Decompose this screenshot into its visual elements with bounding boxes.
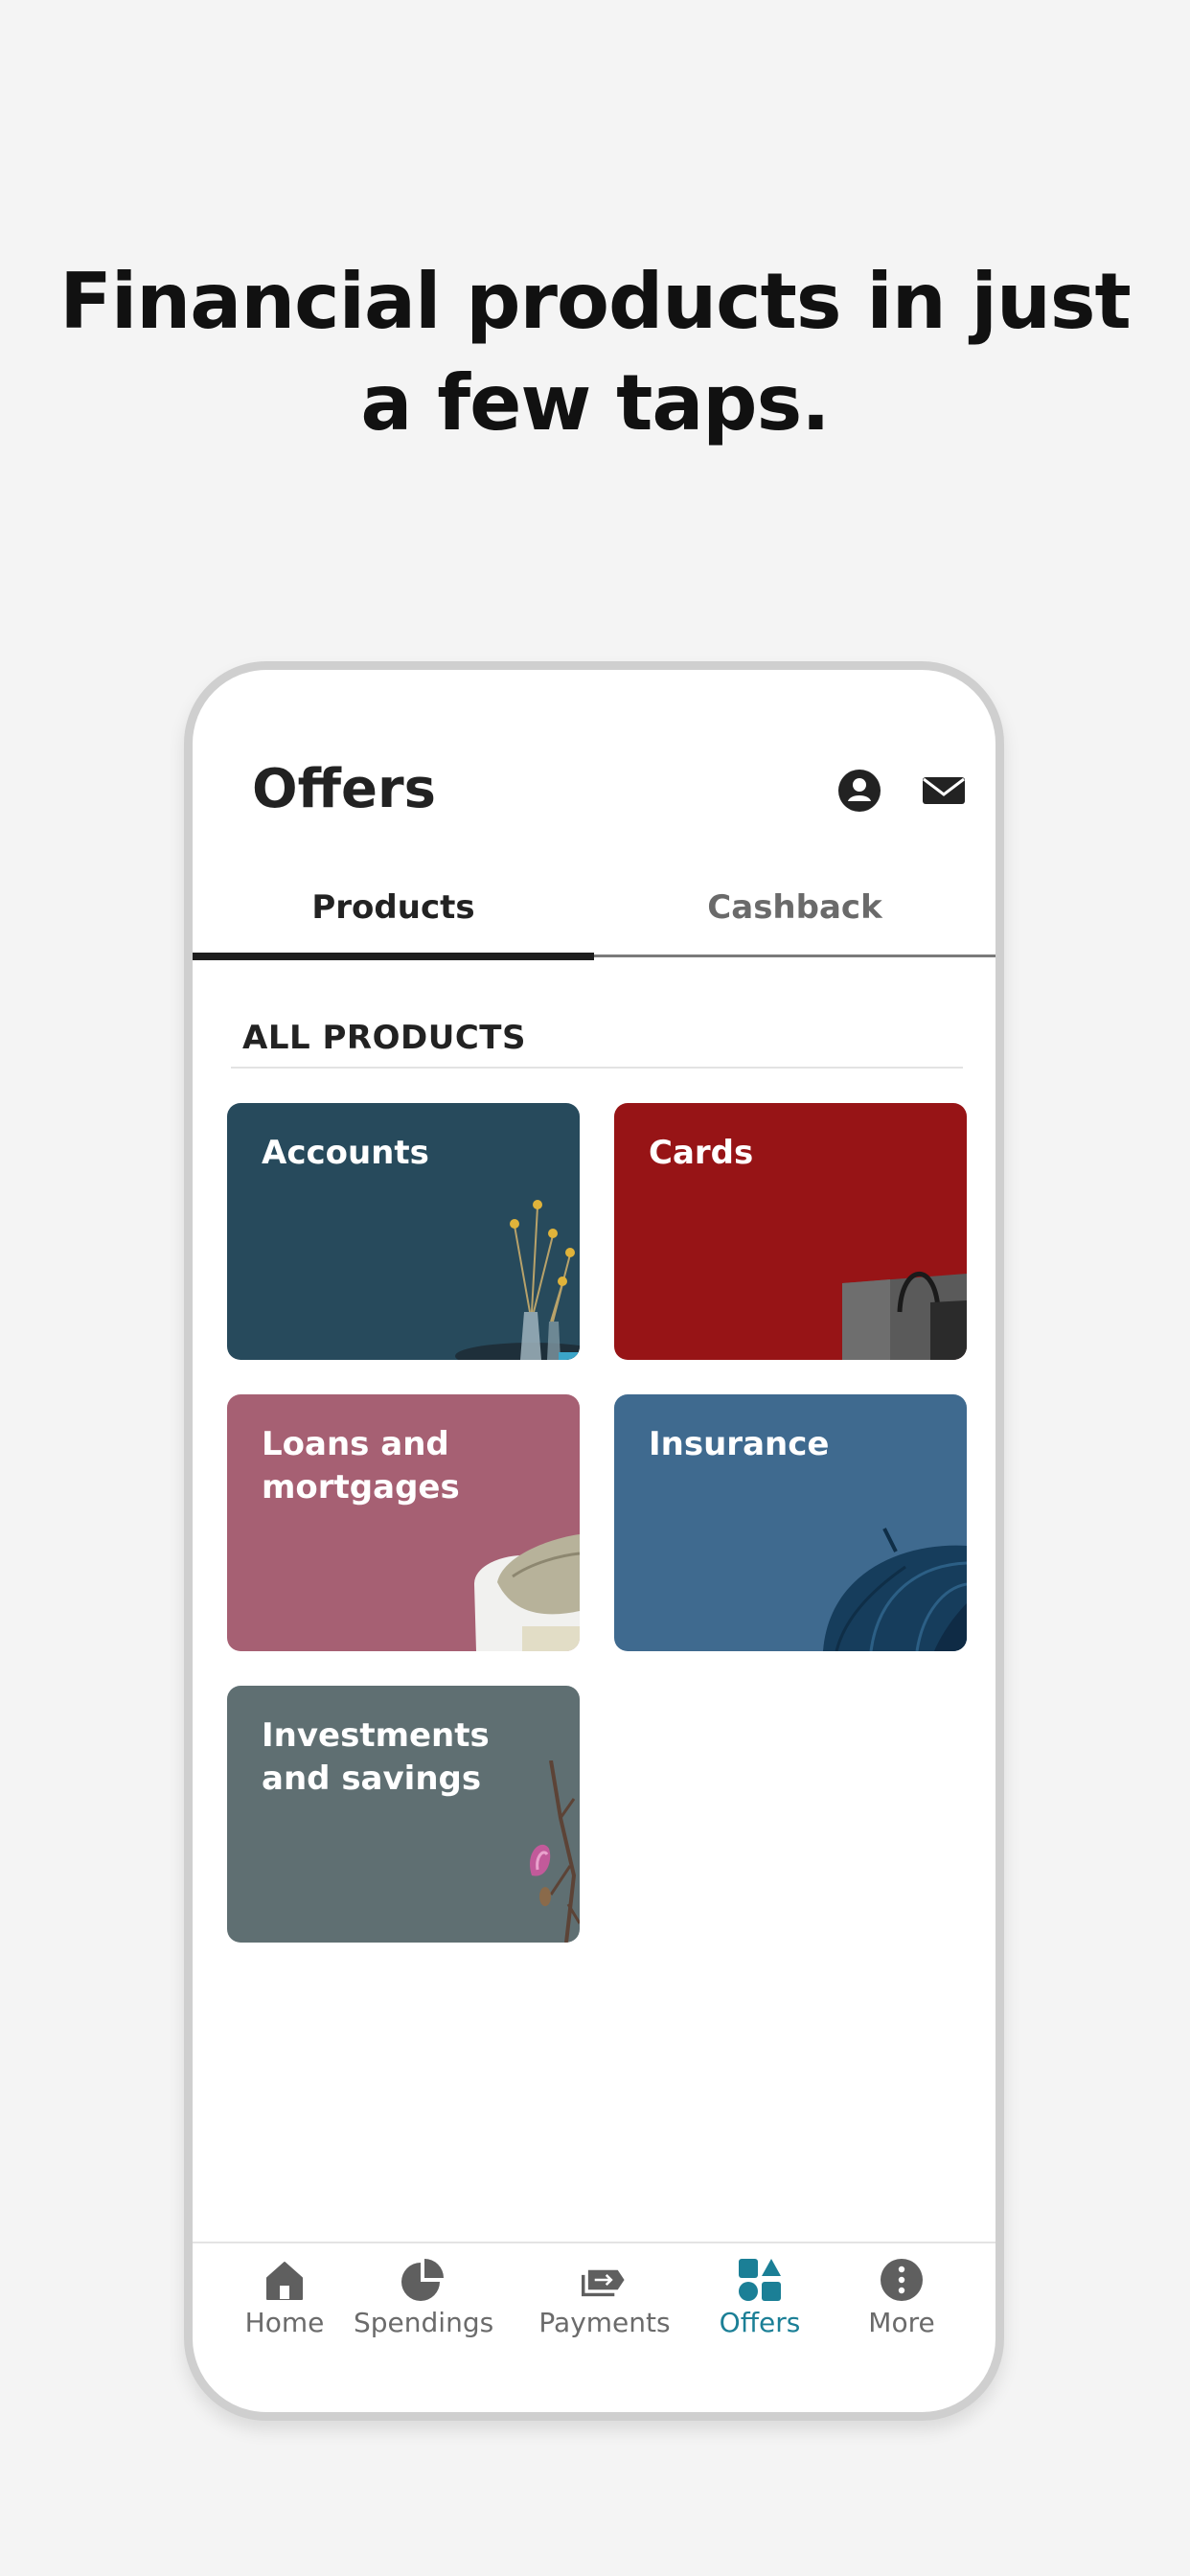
tab-products[interactable]: Products	[193, 869, 594, 960]
nav-item-offers[interactable]: Offers	[710, 2257, 810, 2338]
product-tile-loans-mortgages[interactable]: Loans and mortgages	[227, 1394, 580, 1651]
section-title: ALL PRODUCTS	[242, 1019, 526, 1057]
product-tile-accounts[interactable]: Accounts	[227, 1103, 580, 1360]
nav-item-home[interactable]: Home	[235, 2257, 334, 2338]
nav-label: Payments	[538, 2307, 671, 2338]
more-icon	[881, 2259, 923, 2301]
product-tile-label: Cards	[649, 1134, 754, 1172]
tab-cashback[interactable]: Cashback	[594, 869, 995, 957]
armchair-cushion-image	[474, 1534, 580, 1651]
magnolia-branch-image	[529, 1760, 580, 1943]
nav-item-spendings[interactable]: Spendings	[354, 2257, 494, 2338]
product-tile-cards[interactable]: Cards	[614, 1103, 967, 1360]
product-tile-insurance[interactable]: Insurance	[614, 1394, 967, 1651]
phone-frame: Offers Products Cashback ALL PRODUCTS Ac…	[184, 661, 1004, 2421]
umbrella-image	[823, 1528, 967, 1651]
nav-label: Offers	[719, 2307, 801, 2338]
nav-label: More	[868, 2307, 935, 2338]
shopping-bag-image	[842, 1272, 967, 1360]
mail-icon[interactable]	[921, 768, 967, 814]
promo-headline: Financial products in just a few taps.	[0, 251, 1190, 454]
transfer-icon	[582, 2269, 625, 2297]
promo-headline-line-2: a few taps.	[360, 358, 830, 448]
tab-bar: Products Cashback	[193, 869, 995, 960]
vase-flowers-image	[455, 1200, 580, 1360]
pie-chart-icon	[401, 2259, 444, 2301]
nav-label: Home	[244, 2307, 325, 2338]
section-divider	[231, 1067, 963, 1069]
page-title: Offers	[252, 758, 436, 820]
profile-icon[interactable]	[836, 768, 882, 814]
product-tile-label: Loans and mortgages	[262, 1425, 460, 1506]
product-tile-investments-savings[interactable]: Investments and savings	[227, 1686, 580, 1943]
promo-headline-line-1: Financial products in just	[59, 257, 1132, 346]
nav-label: Spendings	[354, 2307, 494, 2338]
nav-item-payments[interactable]: Payments	[528, 2257, 681, 2338]
offers-icon	[739, 2259, 781, 2301]
home-icon	[266, 2262, 303, 2300]
nav-item-more[interactable]: More	[852, 2257, 951, 2338]
product-tile-label: Insurance	[649, 1425, 830, 1463]
bottom-navigation: Home Spendings Payments Offers More	[193, 2242, 995, 2357]
